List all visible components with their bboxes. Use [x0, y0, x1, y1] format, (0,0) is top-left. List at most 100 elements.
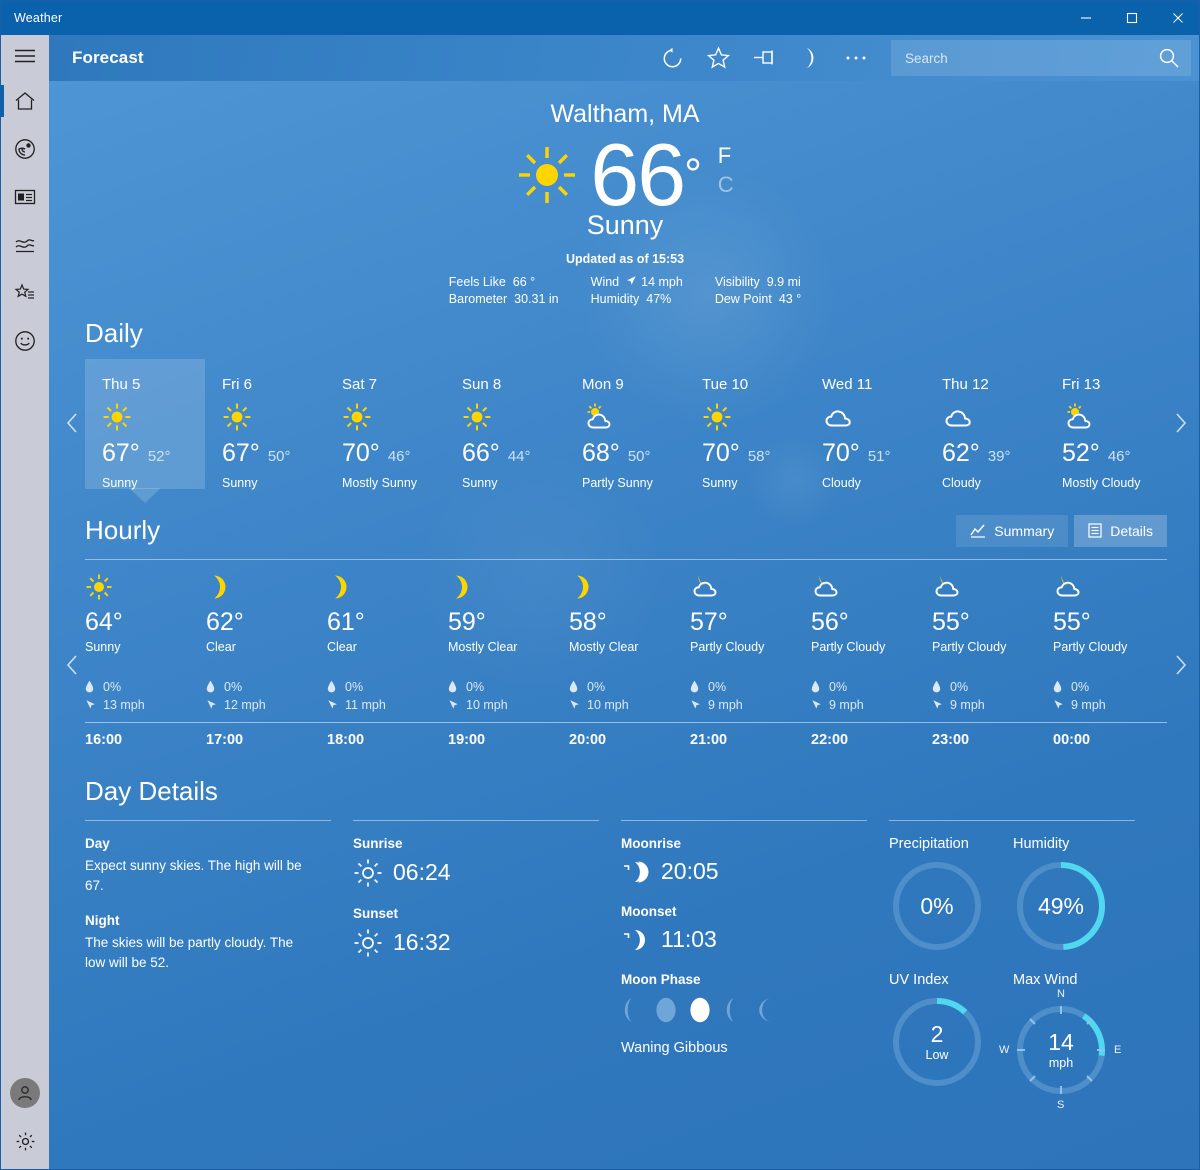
hourly-card[interactable]: 58° Mostly Clear 0% 10 mph: [569, 572, 690, 714]
unit-toggle[interactable]: F C: [718, 141, 734, 200]
search-box[interactable]: [891, 40, 1191, 76]
day-low: 58°: [747, 447, 771, 465]
historical-chart-icon: [14, 236, 36, 254]
pin-icon[interactable]: [741, 35, 787, 81]
daily-card[interactable]: Thu 5 67° 52° Sunny: [85, 358, 205, 503]
news-icon: [14, 188, 36, 206]
cloud-icon: [822, 399, 925, 435]
daily-card[interactable]: Fri 13 52° 46° Mostly Cloudy: [1045, 359, 1165, 490]
refresh-icon[interactable]: [649, 35, 695, 81]
moonset-time: 11:03: [661, 926, 717, 953]
navigation-rail: [1, 35, 49, 1169]
daily-card[interactable]: Thu 12 62° 39° Cloudy: [925, 359, 1045, 490]
sidebar-item-forecast[interactable]: [1, 77, 49, 125]
wind-arrow-icon: [1053, 699, 1071, 710]
moonset-icon: [621, 926, 661, 954]
unit-fahrenheit[interactable]: F: [718, 141, 734, 171]
minimize-icon[interactable]: [1063, 1, 1109, 35]
account-avatar-icon: [10, 1078, 40, 1108]
night-mode-moon-icon[interactable]: [787, 35, 833, 81]
sun-icon: [342, 399, 445, 435]
selected-pointer: [129, 487, 161, 503]
hourly-card[interactable]: 55° Partly Cloudy 0% 9 mph: [932, 572, 1053, 714]
daily-section: Daily Thu 5 67° 52° Sunny Fri 6 67° 50° …: [49, 318, 1199, 503]
stat-label: Barometer: [448, 291, 508, 306]
gauges-column: Precipitation 0% Humidity 49% UV Index 2…: [889, 819, 1157, 1116]
hour-condition: Mostly Clear: [569, 639, 639, 654]
hourly-prev-button[interactable]: [59, 645, 85, 685]
hourly-card[interactable]: 64° Sunny 0% 13 mph: [85, 572, 206, 714]
more-ellipsis-icon[interactable]: [833, 35, 879, 81]
location-name: Waltham, MA: [550, 100, 700, 128]
settings-button[interactable]: [1, 1117, 49, 1165]
hourly-card[interactable]: 55° Partly Cloudy 0% 9 mph: [1053, 572, 1174, 714]
column-rule: [353, 819, 599, 821]
hour-precip: 0%: [587, 679, 606, 694]
window-title: Weather: [14, 11, 63, 25]
stat-value: 66 °: [512, 274, 536, 289]
sidebar-item-feedback[interactable]: [1, 317, 49, 365]
hour-wind: 12 mph: [224, 697, 266, 712]
hourly-card[interactable]: 57° Partly Cloudy 0% 9 mph: [690, 572, 811, 714]
hour-wind: 9 mph: [950, 697, 985, 712]
day-high: 70°: [702, 438, 740, 467]
sun-icon: [702, 399, 805, 435]
chart-icon: [970, 524, 986, 538]
hour-time: 17:00: [206, 731, 244, 748]
header-toolbar: [649, 35, 1199, 81]
day-low: 52°: [147, 447, 171, 465]
sun-icon: [222, 399, 325, 435]
hamburger-icon[interactable]: [1, 35, 49, 77]
daily-prev-button[interactable]: [59, 403, 85, 443]
hourly-times: 16:00 17:00 18:00 19:00 20:00 21:00 22:0…: [85, 731, 1199, 748]
hour-wind: 9 mph: [708, 697, 743, 712]
daily-card[interactable]: Mon 9 68° 50° Partly Sunny: [565, 359, 685, 490]
daily-card[interactable]: Sun 8 66° 44° Sunny: [445, 359, 565, 490]
hour-wind: 10 mph: [587, 697, 629, 712]
stat-label: Visibility: [714, 274, 760, 289]
water-drop-icon: [85, 680, 103, 693]
sidebar-item-maps[interactable]: [1, 125, 49, 173]
hourly-card[interactable]: 59° Mostly Clear 0% 10 mph: [448, 572, 569, 714]
compass-north-label: N: [1057, 987, 1065, 1000]
summary-button[interactable]: Summary: [956, 514, 1069, 547]
moonset-heading: Moonset: [621, 903, 677, 919]
daily-next-button[interactable]: [1167, 403, 1193, 443]
compass-south-label: S: [1057, 1098, 1065, 1111]
sidebar-item-news[interactable]: [1, 173, 49, 221]
radar-maps-icon: [14, 138, 36, 160]
search-input[interactable]: [891, 40, 1147, 76]
close-icon[interactable]: [1155, 1, 1199, 35]
weather-app-window: Weather Forecast Search Waltham, MA 66 °…: [0, 0, 1200, 1170]
night-description: The skies will be partly cloudy. The low…: [85, 935, 294, 970]
maximize-icon[interactable]: [1109, 1, 1155, 35]
hourly-card[interactable]: 62° Clear 0% 12 mph: [206, 572, 327, 714]
moon-icon: [206, 572, 327, 602]
list-details-icon: [1088, 523, 1102, 539]
search-icon[interactable]: [1147, 40, 1191, 76]
compass-east-label: E: [1114, 1043, 1122, 1056]
details-button[interactable]: Details: [1074, 514, 1167, 547]
hour-time: 19:00: [448, 731, 486, 748]
moonrise-time: 20:05: [661, 858, 719, 885]
sidebar-item-favorites[interactable]: [1, 269, 49, 317]
stat-value: 43 °: [778, 291, 802, 306]
daily-card[interactable]: Fri 6 67° 50° Sunny: [205, 359, 325, 490]
account-button[interactable]: [1, 1069, 49, 1117]
sun-times-column: Sunrise 06:24 Sunset 16:32: [353, 819, 621, 1116]
water-drop-icon: [811, 680, 829, 693]
hour-wind: 9 mph: [829, 697, 864, 712]
hour-precip: 0%: [466, 679, 485, 694]
hourly-next-button[interactable]: [1167, 645, 1193, 685]
wind-arrow-icon: [569, 699, 587, 710]
sidebar-item-historical[interactable]: [1, 221, 49, 269]
hour-precip: 0%: [103, 679, 122, 694]
daily-card[interactable]: Sat 7 70° 46° Mostly Sunny: [325, 359, 445, 490]
daily-card[interactable]: Wed 11 70° 51° Cloudy: [805, 359, 925, 490]
hourly-card[interactable]: 61° Clear 0% 11 mph: [327, 572, 448, 714]
unit-celsius[interactable]: C: [718, 170, 734, 200]
hourly-card[interactable]: 56° Partly Cloudy 0% 9 mph: [811, 572, 932, 714]
day-high: 66°: [462, 438, 500, 467]
daily-card[interactable]: Tue 10 70° 58° Sunny: [685, 359, 805, 490]
favorite-star-icon[interactable]: [695, 35, 741, 81]
